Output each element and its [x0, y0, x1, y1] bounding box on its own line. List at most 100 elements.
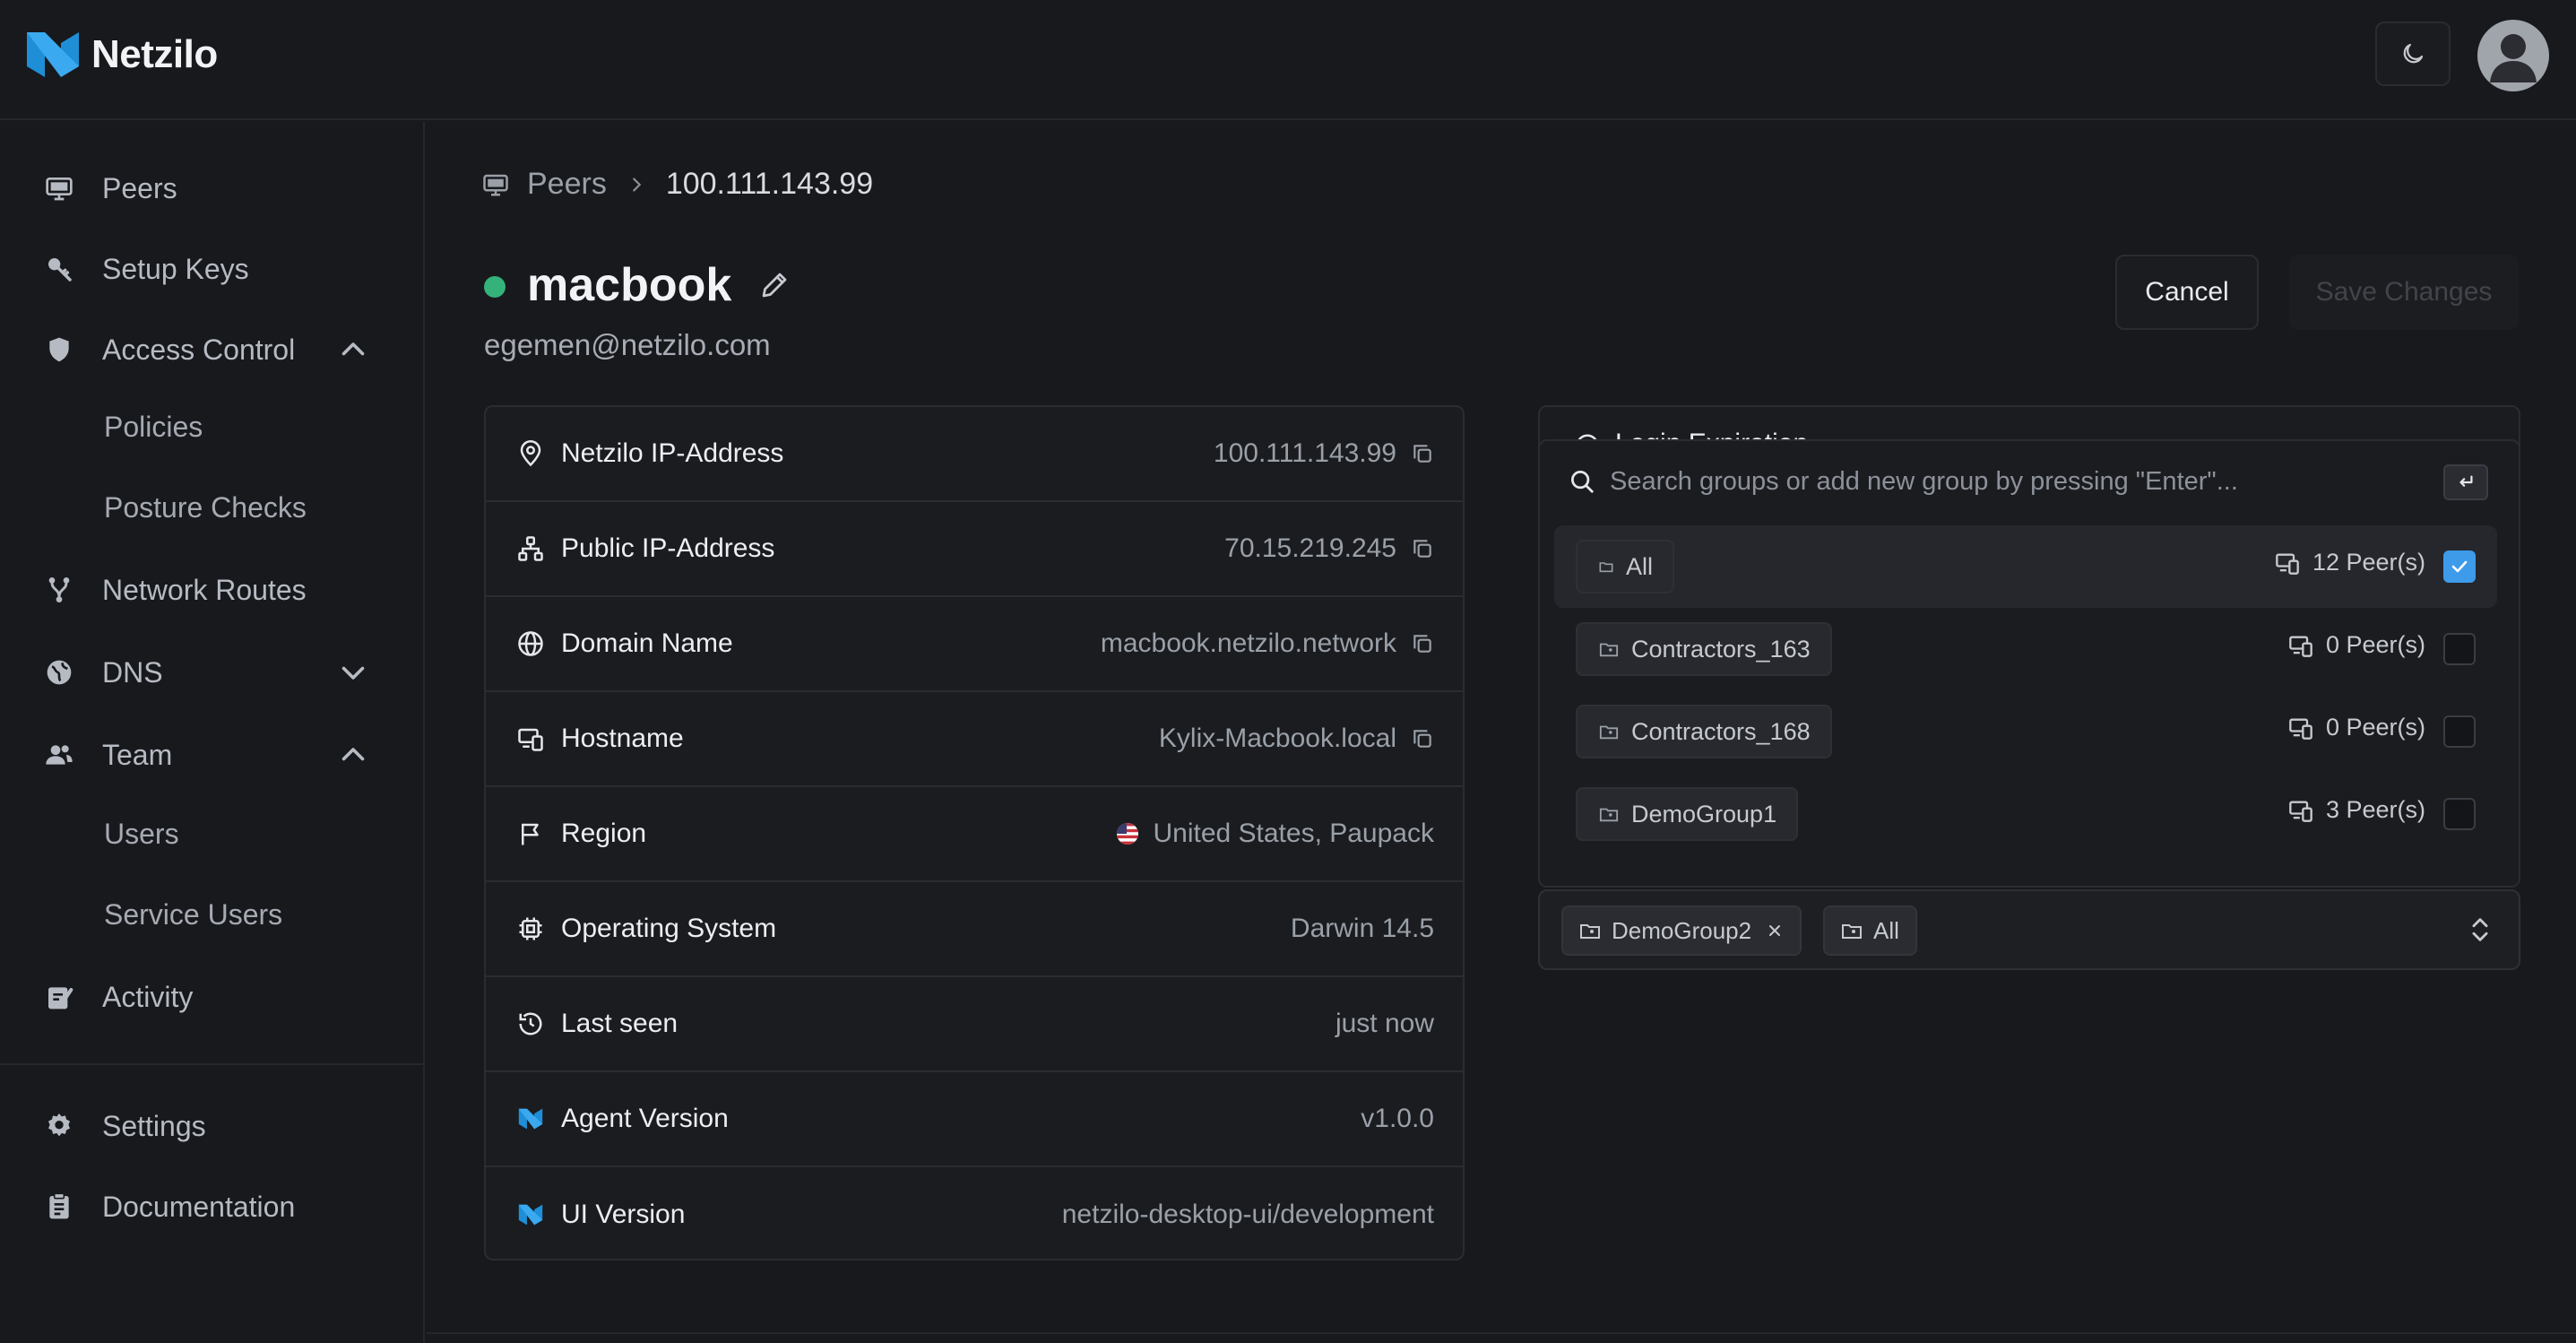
content-divider [427, 1332, 2576, 1334]
sidebar-item-policies[interactable]: Policies [104, 400, 203, 454]
info-value-text[interactable]: 100.111.143.99 [1214, 438, 1396, 469]
devices-icon [2275, 550, 2300, 576]
sidebar-item-documentation[interactable]: Documentation [43, 1180, 295, 1234]
sidebar-item-users[interactable]: Users [104, 807, 179, 861]
netzilo-logo-icon [27, 32, 79, 77]
info-label: UI Version [561, 1200, 686, 1229]
info-row-domain-name: Domain Name macbook.netzilo.network [486, 597, 1463, 692]
sidebar-item-label: DNS [102, 655, 163, 689]
sidebar-item-posture-checks[interactable]: Posture Checks [104, 481, 307, 534]
devices-icon [2288, 798, 2313, 823]
chevron-down-icon[interactable] [337, 656, 369, 689]
chevron-up-down-icon[interactable] [2465, 914, 2495, 945]
info-value-text: United States, Paupack [1153, 819, 1434, 848]
sidebar-item-dns[interactable]: DNS [43, 646, 163, 699]
folder-user-icon [1599, 639, 1619, 659]
group-chip: Contractors_168 [1576, 705, 1832, 758]
group-option-demogroup1[interactable]: DemoGroup1 3 Peer(s) [1554, 773, 2497, 855]
group-search-input[interactable] [1610, 457, 2434, 506]
peer-info-card: Netzilo IP-Address 100.111.143.99 Public… [484, 405, 1465, 1261]
save-changes-button[interactable]: Save Changes [2289, 255, 2519, 330]
info-value: United States, Paupack [1117, 819, 1434, 849]
folder-user-icon [1599, 804, 1619, 824]
sidebar-item-activity[interactable]: Activity [43, 970, 193, 1024]
chevron-up-icon[interactable] [337, 334, 369, 366]
copy-icon[interactable] [1411, 632, 1434, 655]
activity-icon [43, 981, 75, 1013]
group-checkbox[interactable] [2443, 798, 2476, 830]
group-option-all[interactable]: All 12 Peer(s) [1554, 525, 2497, 608]
sidebar-item-peers[interactable]: Peers [43, 161, 177, 215]
devices-icon [514, 723, 547, 755]
group-selector[interactable]: DemoGroup2 All [1538, 889, 2520, 970]
close-icon[interactable] [1766, 922, 1784, 940]
map-pin-icon [514, 438, 547, 470]
info-value-text[interactable]: Kylix-Macbook.local [1159, 723, 1396, 754]
group-checkbox[interactable] [2443, 633, 2476, 665]
flag-icon [514, 818, 547, 850]
breadcrumb-current: 100.111.143.99 [665, 167, 874, 201]
enter-icon [2459, 475, 2473, 487]
info-value: netzilo-desktop-ui/development [1062, 1200, 1434, 1230]
info-row-public-ip: Public IP-Address 70.15.219.245 [486, 502, 1463, 597]
info-value: v1.0.0 [1361, 1104, 1434, 1134]
info-value-text[interactable]: macbook.netzilo.network [1101, 628, 1396, 659]
devices-icon [2288, 715, 2313, 741]
theme-toggle-button[interactable] [2375, 22, 2451, 86]
logo[interactable]: Netzilo [23, 25, 218, 84]
info-row-ui-version: UI Version netzilo-desktop-ui/developmen… [486, 1167, 1463, 1259]
sidebar-item-label: Users [104, 817, 179, 850]
group-chip: All [1576, 540, 1675, 594]
group-search [1540, 441, 2519, 522]
info-value-text[interactable]: 70.15.219.245 [1224, 533, 1396, 564]
sidebar-item-label: Settings [102, 1109, 206, 1142]
breadcrumb-peers-link[interactable]: Peers [527, 167, 607, 202]
sidebar-item-label: Activity [102, 980, 194, 1013]
group-checkbox[interactable] [2443, 550, 2476, 583]
selected-group-name: All [1873, 916, 1899, 944]
folder-user-icon [1579, 920, 1601, 941]
moon-icon [2403, 43, 2424, 64]
peer-count: 0 Peer(s) [2288, 631, 2425, 659]
group-option-contractors-163[interactable]: Contractors_163 0 Peer(s) [1554, 608, 2497, 690]
sidebar-item-setup-keys[interactable]: Setup Keys [43, 242, 249, 296]
info-label: Domain Name [561, 628, 733, 658]
info-row-region: Region United States, Paupack [486, 787, 1463, 882]
folder-user-icon [1841, 920, 1863, 941]
group-checkbox[interactable] [2443, 715, 2476, 748]
monitor-icon [43, 172, 75, 204]
info-label: Public IP-Address [561, 533, 775, 563]
info-value: 70.15.219.245 [1224, 533, 1434, 564]
group-chip: DemoGroup1 [1576, 787, 1799, 841]
sidebar-item-service-users[interactable]: Service Users [104, 888, 282, 941]
copy-icon[interactable] [1411, 537, 1434, 560]
monitor-icon [483, 174, 508, 195]
folder-user-icon [1599, 722, 1619, 741]
check-icon [2451, 560, 2468, 573]
document-icon [43, 1191, 75, 1223]
shield-icon [43, 334, 75, 366]
cancel-button[interactable]: Cancel [2115, 255, 2259, 330]
sidebar-item-label: Service Users [104, 897, 283, 931]
copy-icon[interactable] [1411, 727, 1434, 750]
copy-icon[interactable] [1411, 442, 1434, 465]
info-label: Hostname [561, 723, 684, 753]
sidebar-item-label: Policies [104, 410, 203, 443]
chevron-up-icon[interactable] [337, 739, 369, 771]
sidebar-item-settings[interactable]: Settings [43, 1099, 206, 1153]
info-label: Netzilo IP-Address [561, 438, 784, 468]
group-name: DemoGroup1 [1631, 800, 1777, 827]
sidebar-divider [0, 1063, 425, 1065]
pencil-icon[interactable] [758, 269, 791, 301]
group-chip: Contractors_163 [1576, 622, 1832, 676]
sidebar-item-access-control[interactable]: Access Control [43, 323, 295, 377]
peer-count-text: 3 Peer(s) [2325, 796, 2425, 823]
search-icon [1571, 471, 1594, 493]
sidebar-item-team[interactable]: Team [43, 728, 172, 782]
sidebar-item-network-routes[interactable]: Network Routes [43, 563, 307, 617]
group-option-contractors-168[interactable]: Contractors_168 0 Peer(s) [1554, 690, 2497, 773]
main-content: Peers 100.111.143.99 macbook egemen@netz… [427, 122, 2576, 1343]
globe-icon [514, 628, 547, 660]
avatar[interactable] [2477, 20, 2549, 91]
cpu-icon [514, 913, 547, 945]
